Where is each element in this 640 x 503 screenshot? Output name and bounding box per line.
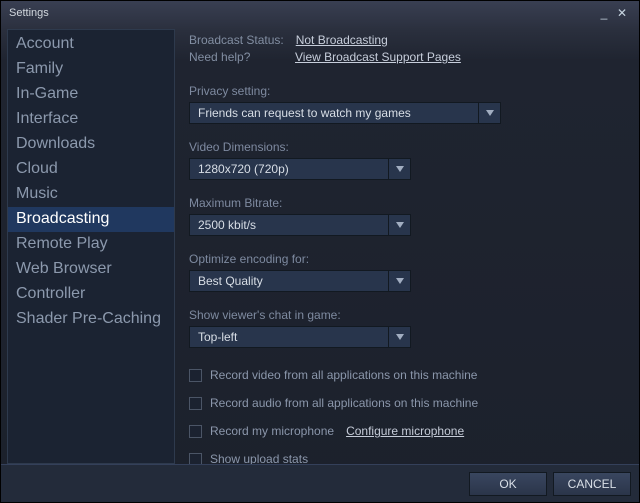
sidebar-item-controller[interactable]: Controller (8, 282, 174, 307)
sidebar-item-label: Interface (16, 110, 78, 127)
sidebar-item-downloads[interactable]: Downloads (8, 132, 174, 157)
privacy-label: Privacy setting: (189, 84, 621, 98)
sidebar-item-interface[interactable]: Interface (8, 107, 174, 132)
chevron-down-icon (388, 270, 410, 292)
chevron-down-icon (388, 214, 410, 236)
window-title: Settings (9, 7, 49, 19)
sidebar-item-family[interactable]: Family (8, 57, 174, 82)
sidebar-item-remote-play[interactable]: Remote Play (8, 232, 174, 257)
chat-label: Show viewer's chat in game: (189, 308, 621, 322)
sidebar-item-cloud[interactable]: Cloud (8, 157, 174, 182)
privacy-select[interactable]: Friends can request to watch my games (189, 102, 501, 124)
upload-stats-row: Show upload stats (189, 452, 621, 464)
sidebar-item-music[interactable]: Music (8, 182, 174, 207)
settings-sidebar: Account Family In-Game Interface Downloa… (7, 29, 175, 464)
content-area: Account Family In-Game Interface Downloa… (1, 25, 639, 464)
chat-select[interactable]: Top-left (189, 326, 411, 348)
sidebar-item-shader-precaching[interactable]: Shader Pre-Caching (8, 307, 174, 332)
dimensions-label: Video Dimensions: (189, 140, 621, 154)
chevron-down-icon (388, 326, 410, 348)
record-video-label: Record video from all applications on th… (210, 368, 477, 382)
sidebar-item-account[interactable]: Account (8, 32, 174, 57)
record-audio-label: Record audio from all applications on th… (210, 396, 478, 410)
bitrate-select[interactable]: 2500 kbit/s (189, 214, 411, 236)
chevron-down-icon (478, 102, 500, 124)
sidebar-item-label: Account (16, 35, 74, 52)
broadcast-status-label: Broadcast Status: (189, 33, 284, 47)
sidebar-item-label: Music (16, 185, 58, 202)
record-mic-row: Record my microphone Configure microphon… (189, 424, 621, 438)
close-icon[interactable]: ✕ (613, 6, 631, 20)
ok-button[interactable]: OK (469, 472, 547, 496)
record-audio-row: Record audio from all applications on th… (189, 396, 621, 410)
sidebar-item-label: Web Browser (16, 260, 112, 277)
sidebar-item-label: Family (16, 60, 63, 77)
record-video-row: Record video from all applications on th… (189, 368, 621, 382)
sidebar-item-ingame[interactable]: In-Game (8, 82, 174, 107)
broadcast-status-row: Broadcast Status: Not Broadcasting (189, 33, 621, 47)
chat-value: Top-left (190, 327, 388, 347)
encoding-select[interactable]: Best Quality (189, 270, 411, 292)
sidebar-item-web-browser[interactable]: Web Browser (8, 257, 174, 282)
help-link[interactable]: View Broadcast Support Pages (295, 50, 461, 64)
sidebar-item-label: In-Game (16, 85, 78, 102)
encoding-label: Optimize encoding for: (189, 252, 621, 266)
sidebar-item-broadcasting[interactable]: Broadcasting (8, 207, 174, 232)
sidebar-item-label: Controller (16, 285, 85, 302)
help-label: Need help? (189, 50, 283, 64)
encoding-value: Best Quality (190, 271, 388, 291)
cancel-button[interactable]: CANCEL (553, 472, 631, 496)
main-panel: Broadcast Status: Not Broadcasting Need … (175, 29, 633, 464)
broadcast-status-link[interactable]: Not Broadcasting (296, 33, 388, 47)
privacy-value: Friends can request to watch my games (190, 103, 478, 123)
sidebar-item-label: Downloads (16, 135, 95, 152)
record-video-checkbox[interactable] (189, 369, 202, 382)
sidebar-item-label: Shader Pre-Caching (16, 310, 161, 327)
chevron-down-icon (388, 158, 410, 180)
configure-microphone-link[interactable]: Configure microphone (346, 424, 464, 438)
minimize-icon[interactable]: _ (595, 6, 613, 20)
dimensions-value: 1280x720 (720p) (190, 159, 388, 179)
record-audio-checkbox[interactable] (189, 397, 202, 410)
bitrate-label: Maximum Bitrate: (189, 196, 621, 210)
record-mic-checkbox[interactable] (189, 425, 202, 438)
dimensions-select[interactable]: 1280x720 (720p) (189, 158, 411, 180)
help-row: Need help? View Broadcast Support Pages (189, 50, 621, 64)
footer: OK CANCEL (1, 464, 639, 502)
sidebar-item-label: Broadcasting (16, 210, 109, 227)
titlebar: Settings _ ✕ (1, 1, 639, 25)
sidebar-item-label: Cloud (16, 160, 58, 177)
upload-stats-label: Show upload stats (210, 452, 308, 464)
upload-stats-checkbox[interactable] (189, 453, 202, 465)
record-mic-label: Record my microphone (210, 424, 334, 438)
settings-window: Settings _ ✕ Account Family In-Game Inte… (0, 0, 640, 503)
sidebar-item-label: Remote Play (16, 235, 108, 252)
bitrate-value: 2500 kbit/s (190, 215, 388, 235)
